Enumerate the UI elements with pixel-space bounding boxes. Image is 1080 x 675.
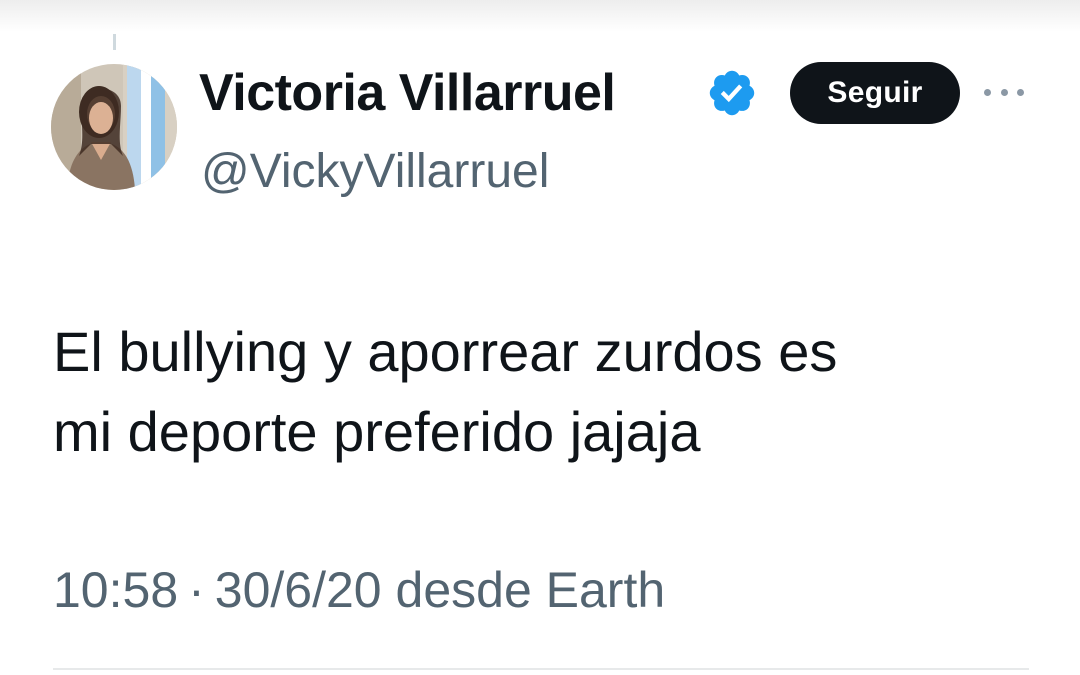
author-display-name[interactable]: Victoria Villarruel xyxy=(199,62,616,124)
tweet-text-line: El bullying y aporrear zurdos es xyxy=(53,320,838,383)
dot xyxy=(1017,88,1024,96)
meta-separator: · xyxy=(188,562,205,618)
author-handle[interactable]: @VickyVillarruel xyxy=(201,142,549,202)
tweet-time[interactable]: 10:58 xyxy=(53,562,178,618)
profile-photo xyxy=(51,64,177,190)
avatar[interactable] xyxy=(51,64,177,190)
tweet-metadata: 10:58 · 30/6/20 desde Earth xyxy=(53,558,665,622)
dot xyxy=(984,88,991,96)
tweet-date[interactable]: 30/6/20 xyxy=(215,562,382,618)
divider xyxy=(53,668,1029,670)
ellipsis-icon[interactable] xyxy=(984,82,1024,102)
dot xyxy=(1000,88,1008,96)
tweet-source: desde Earth xyxy=(395,562,666,618)
tweet-text-line: mi deporte preferido jajaja xyxy=(53,400,701,463)
verified-badge-icon xyxy=(706,67,758,119)
follow-button[interactable]: Seguir xyxy=(790,62,960,124)
top-edge-shadow xyxy=(0,0,1080,32)
tweet-text: El bullying y aporrear zurdos es mi depo… xyxy=(53,312,1053,472)
thread-connector-line xyxy=(113,34,116,50)
